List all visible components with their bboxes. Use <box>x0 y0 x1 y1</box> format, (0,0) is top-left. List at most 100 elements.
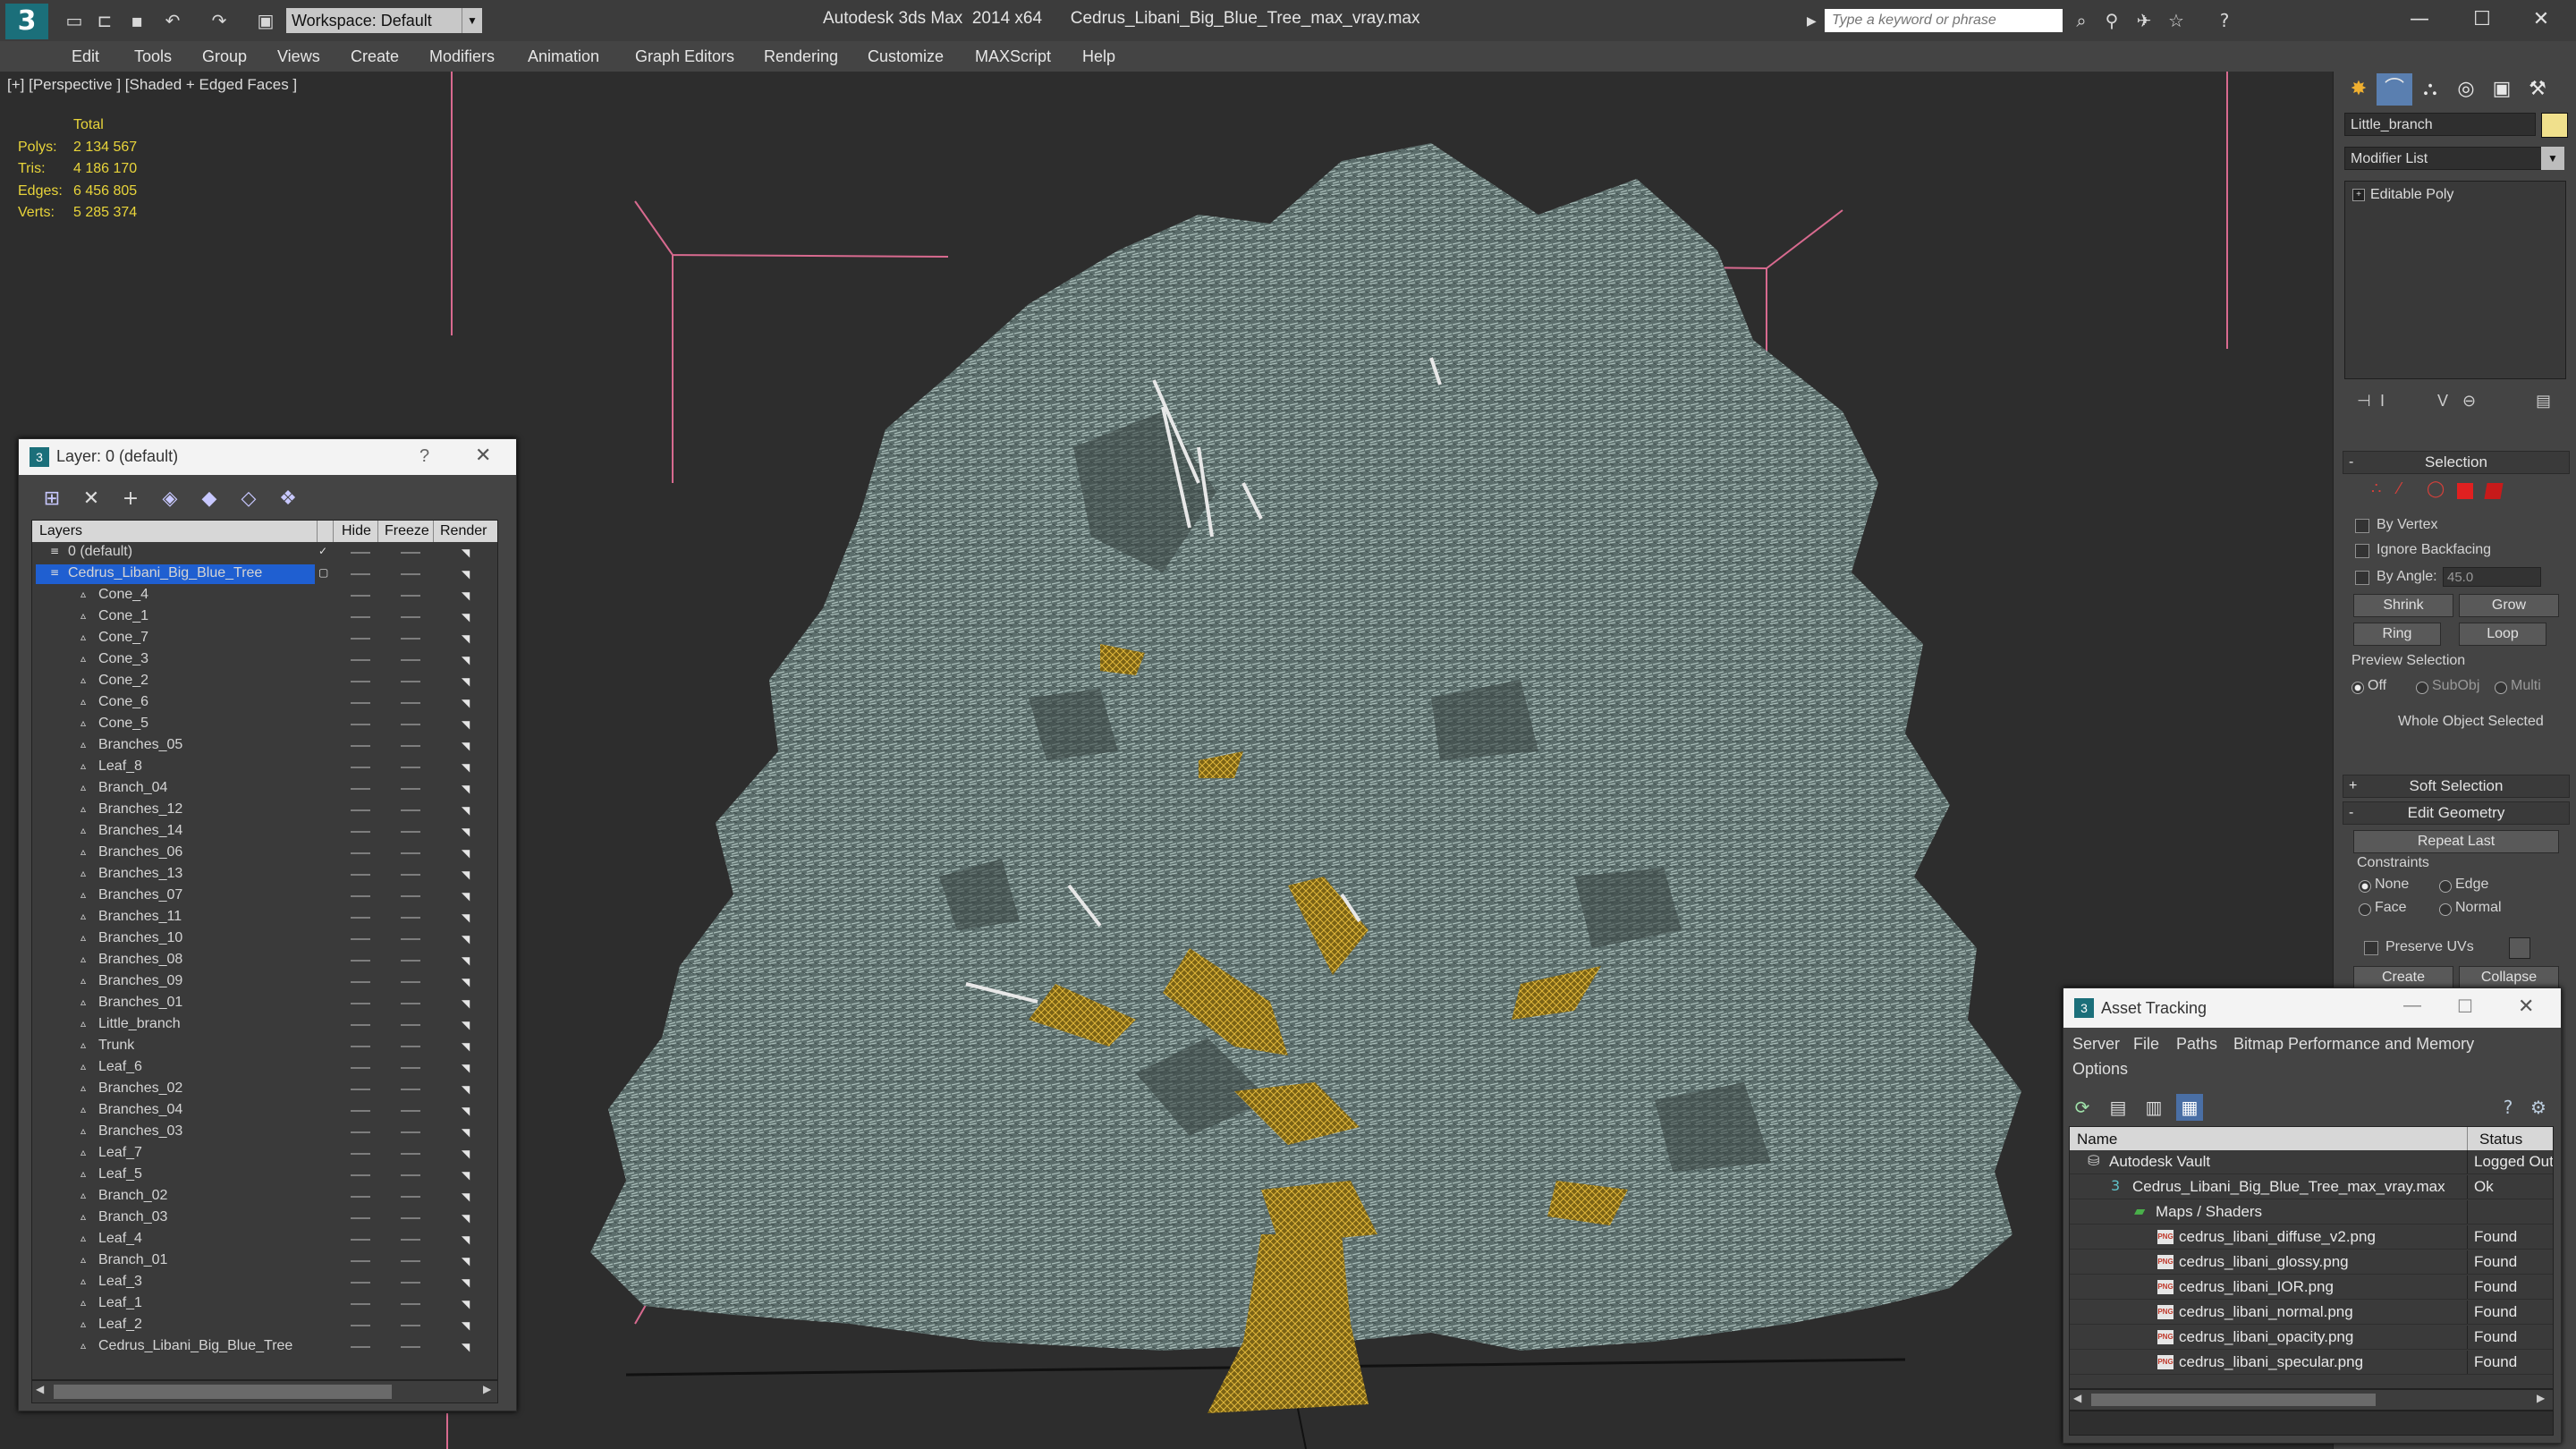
scroll-left-icon[interactable]: ◀ <box>36 1383 44 1395</box>
render-teapot-icon[interactable]: ◥ <box>462 1320 474 1331</box>
table-view-icon[interactable]: ▦ <box>2176 1094 2203 1121</box>
menu-create[interactable]: Create <box>351 41 399 72</box>
freeze-toggle[interactable] <box>401 874 420 876</box>
render-teapot-icon[interactable]: ◥ <box>462 869 474 880</box>
asset-row[interactable]: PNG cedrus_libani_specular.png Found <box>2070 1351 2553 1375</box>
render-teapot-icon[interactable]: ◥ <box>462 848 474 859</box>
constraint-face-radio[interactable] <box>2359 903 2371 916</box>
hide-toggle[interactable] <box>351 1325 370 1326</box>
hide-toggle[interactable] <box>351 1196 370 1198</box>
layer-row[interactable]: ≡ Cedrus_Libani_Big_Blue_Tree ▢ ◥ <box>32 564 497 585</box>
layer-row[interactable]: ▵ Cone_3 ◥ <box>32 649 497 671</box>
freeze-toggle[interactable] <box>401 595 420 597</box>
hide-toggle[interactable] <box>351 981 370 983</box>
layer-row[interactable]: ▵ Branches_05 ◥ <box>32 735 497 757</box>
render-teapot-icon[interactable]: ◥ <box>462 805 474 816</box>
freeze-toggle[interactable] <box>401 1325 420 1326</box>
subscription-icon[interactable]: ⚲ <box>2100 9 2123 32</box>
preserve-uvs-checkbox[interactable] <box>2364 941 2378 955</box>
asset-menu-paths[interactable]: Paths <box>2176 1035 2217 1054</box>
layer-row[interactable]: ▵ Cone_1 ◥ <box>32 606 497 628</box>
layer-row[interactable]: ▵ Cone_7 ◥ <box>32 628 497 649</box>
render-teapot-icon[interactable]: ◥ <box>462 698 474 708</box>
render-teapot-icon[interactable]: ◥ <box>462 1256 474 1267</box>
freeze-toggle[interactable] <box>401 1282 420 1284</box>
layer-row[interactable]: ▵ Branches_14 ◥ <box>32 821 497 843</box>
project-folder-icon[interactable]: ▣ <box>254 9 277 32</box>
close-icon[interactable]: ✕ <box>2518 996 2534 1018</box>
hide-toggle[interactable] <box>351 1067 370 1069</box>
render-teapot-icon[interactable]: ◥ <box>462 891 474 902</box>
asset-menu-file[interactable]: File <box>2133 1035 2159 1054</box>
preview-subobj-radio[interactable] <box>2416 682 2428 694</box>
hide-toggle[interactable] <box>351 638 370 640</box>
render-teapot-icon[interactable]: ◥ <box>462 547 474 558</box>
hide-toggle[interactable] <box>351 1153 370 1155</box>
hide-toggle[interactable] <box>351 1239 370 1241</box>
configure-sets-icon[interactable]: ▤ <box>2536 392 2551 411</box>
hide-toggle[interactable] <box>351 809 370 811</box>
freeze-toggle[interactable] <box>401 1239 420 1241</box>
menu-tools[interactable]: Tools <box>134 41 172 72</box>
layer-row[interactable]: ▵ Branches_13 ◥ <box>32 864 497 886</box>
hide-toggle[interactable] <box>351 595 370 597</box>
constraint-edge-radio[interactable] <box>2439 880 2452 893</box>
layer-row[interactable]: ▵ Branches_12 ◥ <box>32 800 497 821</box>
column-render[interactable]: Render <box>440 523 487 539</box>
render-teapot-icon[interactable]: ◥ <box>462 1084 474 1095</box>
asset-row[interactable]: PNG cedrus_libani_diffuse_v2.png Found <box>2070 1225 2553 1250</box>
redo-icon[interactable]: ↷ <box>208 9 231 32</box>
scroll-right-icon[interactable]: ▶ <box>483 1383 491 1395</box>
viewport-label[interactable]: [+] [Perspective ] [Shaded + Edged Faces… <box>7 76 297 94</box>
hide-toggle[interactable] <box>351 895 370 897</box>
layer-row[interactable]: ▵ Branches_02 ◥ <box>32 1079 497 1100</box>
help-icon[interactable]: ? <box>419 446 429 467</box>
menu-animation[interactable]: Animation <box>528 41 599 72</box>
freeze-toggle[interactable] <box>401 1346 420 1348</box>
scroll-left-icon[interactable]: ◀ <box>2073 1392 2081 1404</box>
layer-row[interactable]: ▵ Little_branch ◥ <box>32 1014 497 1036</box>
asset-row[interactable]: 3 Cedrus_Libani_Big_Blue_Tree_max_vray.ma… <box>2070 1175 2553 1199</box>
layer-row[interactable]: ▵ Leaf_7 ◥ <box>32 1143 497 1165</box>
layer-dialog-titlebar[interactable]: 3 Layer: 0 (default) ? ✕ <box>19 439 516 475</box>
edit-geometry-rollout-header[interactable]: - Edit Geometry <box>2343 801 2570 825</box>
layer-row[interactable]: ▵ Branches_09 ◥ <box>32 971 497 993</box>
menu-maxscript[interactable]: MAXScript <box>975 41 1051 72</box>
column-hide[interactable]: Hide <box>342 523 371 539</box>
layer-row[interactable]: ▵ Branch_02 ◥ <box>32 1186 497 1208</box>
freeze-toggle[interactable] <box>401 809 420 811</box>
save-icon[interactable]: ▪ <box>125 9 148 32</box>
list-view-icon[interactable]: ▤ <box>2105 1094 2131 1121</box>
render-teapot-icon[interactable]: ◥ <box>462 1191 474 1202</box>
render-teapot-icon[interactable]: ◥ <box>462 1234 474 1245</box>
freeze-toggle[interactable] <box>401 1131 420 1133</box>
display-tab-icon[interactable]: ▣ <box>2484 73 2520 106</box>
layer-row[interactable]: ▵ Branches_08 ◥ <box>32 950 497 971</box>
help-icon[interactable]: ? <box>2495 1094 2521 1121</box>
hide-toggle[interactable] <box>351 767 370 768</box>
render-teapot-icon[interactable]: ◥ <box>462 1299 474 1309</box>
menu-graph-editors[interactable]: Graph Editors <box>635 41 734 72</box>
collapse-button[interactable]: Collapse <box>2459 966 2559 989</box>
render-teapot-icon[interactable]: ◥ <box>462 977 474 987</box>
hide-toggle[interactable] <box>351 1024 370 1026</box>
object-color-swatch[interactable] <box>2541 113 2568 138</box>
freeze-toggle[interactable] <box>401 1217 420 1219</box>
layer-row[interactable]: ▵ Trunk ◥ <box>32 1036 497 1057</box>
horizontal-scrollbar[interactable]: ◀ ▶ <box>31 1380 498 1403</box>
layer-row[interactable]: ▵ Leaf_1 ◥ <box>32 1293 497 1315</box>
asset-row[interactable]: ⛁ Autodesk Vault Logged Out <box>2070 1150 2553 1174</box>
pin-stack-icon[interactable]: ⊣ <box>2357 392 2371 411</box>
layer-row[interactable]: ▵ Branches_03 ◥ <box>32 1122 497 1143</box>
hide-toggle[interactable] <box>351 938 370 940</box>
scrollbar-thumb[interactable] <box>54 1385 392 1399</box>
asset-row[interactable]: ▰ Maps / Shaders <box>2070 1200 2553 1224</box>
detail-view-icon[interactable]: ▥ <box>2140 1094 2167 1121</box>
render-teapot-icon[interactable]: ◥ <box>462 998 474 1009</box>
by-vertex-checkbox[interactable] <box>2355 519 2369 533</box>
layer-row[interactable]: ▵ Branches_06 ◥ <box>32 843 497 864</box>
layer-row[interactable]: ▵ Branches_04 ◥ <box>32 1100 497 1122</box>
render-teapot-icon[interactable]: ◥ <box>462 762 474 773</box>
freeze-toggle[interactable] <box>401 638 420 640</box>
make-current-icon[interactable]: ▢ <box>318 566 331 579</box>
